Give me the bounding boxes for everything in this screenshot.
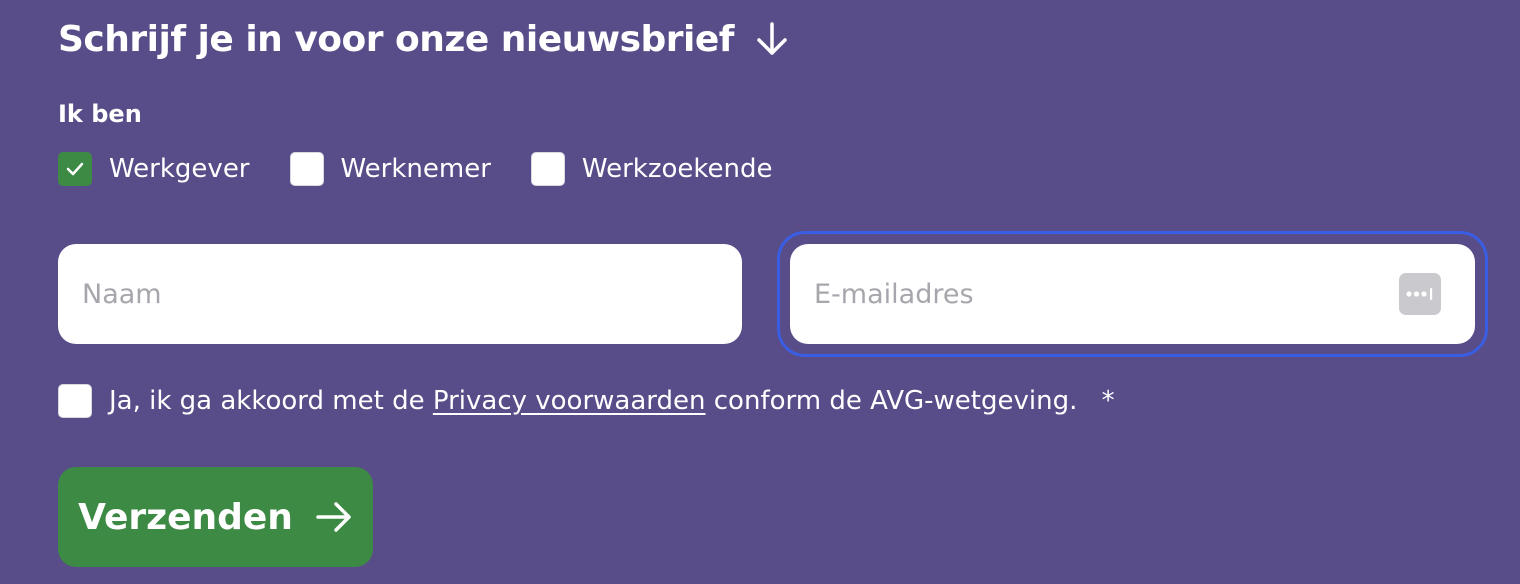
email-field-container <box>790 244 1475 344</box>
werknemer-label: Werknemer <box>340 154 491 184</box>
arrow-down-icon <box>757 22 787 55</box>
werkzoekende-label: Werkzoekende <box>581 154 773 184</box>
role-question: Ik ben <box>58 100 142 128</box>
privacy-consent-text: Ja, ik ga akkoord met de Privacy voorwaa… <box>109 386 1115 416</box>
submit-button[interactable]: Verzenden <box>58 467 373 567</box>
required-mark: * <box>1101 386 1115 416</box>
privacy-policy-link[interactable]: Privacy voorwaarden <box>433 386 706 416</box>
werknemer-checkbox[interactable] <box>289 152 324 186</box>
newsletter-title: Schrijf je in voor onze nieuwsbrief <box>58 18 734 60</box>
werkzoekende-checkbox[interactable] <box>530 152 565 186</box>
newsletter-heading: Schrijf je in voor onze nieuwsbrief <box>58 14 788 64</box>
privacy-consent-checkbox[interactable] <box>58 384 92 418</box>
role-options: Werkgever Werknemer Werkzoekende <box>58 151 813 187</box>
consent-text-before: Ja, ik ga akkoord met de <box>109 386 425 416</box>
name-input[interactable] <box>82 278 642 310</box>
password-autofill-icon[interactable] <box>1399 273 1441 315</box>
role-option-werkgever[interactable]: Werkgever <box>58 152 250 186</box>
email-input[interactable] <box>814 278 1374 310</box>
werkgever-checkbox[interactable] <box>58 152 92 186</box>
name-field-container <box>58 244 742 344</box>
submit-label: Verzenden <box>78 496 293 538</box>
privacy-consent: Ja, ik ga akkoord met de Privacy voorwaa… <box>58 383 1115 419</box>
werkgever-label: Werkgever <box>109 154 250 184</box>
role-option-werkzoekende[interactable]: Werkzoekende <box>530 152 773 186</box>
role-option-werknemer[interactable]: Werknemer <box>289 152 491 186</box>
checkmark-icon <box>66 162 84 176</box>
consent-text-after: conform de AVG-wetgeving. <box>713 386 1078 416</box>
arrow-right-icon <box>316 502 351 532</box>
